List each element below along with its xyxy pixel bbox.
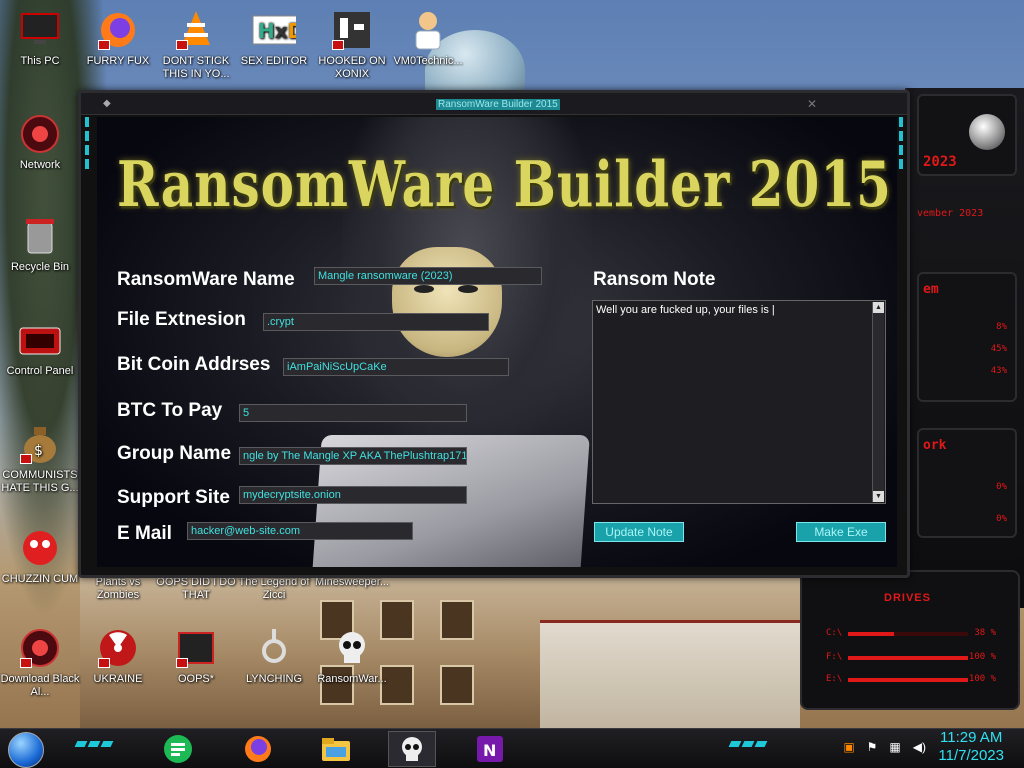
widget-panel: 2023 vember 2023 em 8% 45% 43% ork 0% 0%	[905, 88, 1024, 608]
support-site-field[interactable]: mydecryptsite.onion	[239, 486, 467, 504]
tray-app-icon[interactable]: ▣	[843, 740, 854, 754]
close-icon[interactable]: ✕	[807, 97, 817, 111]
monitor-icon	[18, 8, 62, 52]
flag-icon[interactable]: ⚑	[867, 740, 878, 754]
drive-row: C:\ 38 %	[826, 628, 996, 638]
desktop-icon-pvz[interactable]: Plants vs Zombies	[78, 576, 158, 602]
network-icon[interactable]: ▦	[889, 740, 900, 754]
download-orb-icon	[18, 626, 62, 670]
ransom-note-label: Ransom Note	[593, 269, 716, 290]
wallpaper-balcony	[540, 620, 800, 730]
taskbar-accent	[74, 741, 114, 749]
firefox-icon[interactable]	[234, 731, 282, 767]
vlc-cone-icon	[174, 8, 218, 52]
noose-icon	[252, 626, 296, 670]
hxd-editor-icon: HxD	[252, 8, 296, 52]
alien-logo-icon	[969, 114, 1005, 150]
svg-text:$: $	[34, 443, 43, 459]
desktop-icon-zicci[interactable]: The Legend of Zicci	[234, 576, 314, 602]
svg-text:HxD: HxD	[258, 19, 296, 43]
memory-widget: em 8% 45% 43%	[917, 272, 1017, 402]
desktop-icon-xonix[interactable]: HOOKED ON XONIX	[312, 8, 392, 81]
taskbar: N ▣ ⚑ ▦ ◀) 11:29 AM 11/7/2023	[0, 728, 1024, 768]
start-button[interactable]	[8, 732, 44, 768]
drive-row: F:\ 100 %	[826, 652, 996, 662]
file-extension-field[interactable]: .crypt	[263, 313, 489, 331]
note-scrollbar[interactable]: ▲ ▼	[872, 302, 884, 502]
desktop-icon-oops-did[interactable]: OOPS DID I DO THAT	[156, 576, 236, 602]
clock-date: 11/7/2023	[938, 747, 1004, 764]
onenote-icon[interactable]: N	[466, 731, 514, 767]
desktop-icon-lynching[interactable]: LYNCHING	[234, 626, 314, 686]
network-widget: ork 0% 0%	[917, 428, 1017, 538]
update-note-button[interactable]: Update Note	[594, 522, 684, 542]
desktop-icon-recycle-bin[interactable]: Recycle Bin	[0, 214, 80, 274]
xonix-game-icon	[330, 8, 374, 52]
desktop-icon-this-pc[interactable]: This PC	[0, 8, 80, 68]
window-title: RansomWare Builder 2015	[436, 99, 560, 110]
system-menu-icon[interactable]: ◆	[103, 98, 111, 109]
desktop-icon-dont-stick[interactable]: DONT STICK THIS IN YO...	[156, 8, 236, 81]
bitcoin-address-label: Bit Coin Addrses	[117, 354, 271, 375]
extension-label: File Extnesion	[117, 309, 246, 330]
desktop-icon-oops[interactable]: OOPS*	[156, 626, 236, 686]
skull-icon	[330, 626, 374, 670]
desktop-icon-chuzzin[interactable]: CHUZZIN CUM	[0, 526, 80, 586]
ransomware-name-field[interactable]: Mangle ransomware (2023)	[314, 267, 542, 285]
control-panel-icon	[18, 318, 62, 362]
firefox-icon	[96, 8, 140, 52]
desktop-icon-sex-editor[interactable]: HxD SEX EDITOR	[234, 8, 314, 68]
recycle-bin-icon	[18, 214, 62, 258]
doctor-icon	[406, 8, 450, 52]
desktop-icon-communists[interactable]: $ COMMUNISTS HATE THIS G...	[0, 422, 80, 495]
make-exe-button[interactable]: Make Exe	[796, 522, 886, 542]
ransom-note-textarea[interactable]: Well you are fucked up, your files is | …	[592, 300, 886, 504]
bitcoin-address-field[interactable]: iAmPaiNiScUpCaKe	[283, 358, 509, 376]
file-explorer-icon[interactable]	[312, 731, 360, 767]
email-field[interactable]: hacker@web-site.com	[187, 522, 413, 540]
support-site-label: Support Site	[117, 487, 230, 508]
ransomware-builder-task[interactable]	[388, 731, 436, 767]
sheets-icon[interactable]	[154, 731, 202, 767]
frame-left-accent	[81, 113, 93, 563]
group-name-field[interactable]: ngle by The Mangle XP AKA ThePlushtrap17…	[239, 447, 467, 465]
app-brand-title: RansomWare Builder 2015	[117, 147, 892, 221]
desktop-icon-ukraine[interactable]: UKRAINE	[78, 626, 158, 686]
btc-to-pay-label: BTC To Pay	[117, 400, 223, 421]
desktop-icon-network[interactable]: Network	[0, 112, 80, 172]
calendar-widget: 2023	[917, 94, 1017, 176]
desktop-icon-vm0technic[interactable]: VM0Technic...	[388, 8, 468, 68]
window-client: RansomWare Builder 2015 RansomWare Name …	[97, 117, 897, 567]
drives-widget: DRIVES C:\ 38 % F:\ 100 % E:\ 100 %	[800, 570, 1020, 710]
mask-image	[392, 247, 502, 357]
email-label: E Mail	[117, 523, 172, 544]
group-name-label: Group Name	[117, 443, 232, 464]
system-tray: ▣ ⚑ ▦ ◀)	[843, 740, 926, 754]
svg-text:N: N	[483, 741, 496, 760]
btc-to-pay-field[interactable]: 5	[239, 404, 467, 422]
chuzzle-icon	[18, 526, 62, 570]
desktop-icon-control-panel[interactable]: Control Panel	[0, 318, 80, 378]
volume-icon[interactable]: ◀)	[913, 740, 926, 754]
network-orb-icon	[18, 112, 62, 156]
ransomware-builder-window: ◆ RansomWare Builder 2015 ✕ RansomWare B…	[78, 90, 910, 578]
clock[interactable]: 11:29 AM 11/7/2023	[938, 729, 1004, 765]
desktop-icon-furry-fux[interactable]: FURRY FUX	[78, 8, 158, 68]
drive-row: E:\ 100 %	[826, 674, 996, 684]
desktop-icon-ransomware[interactable]: RansomWar...	[312, 626, 392, 686]
desktop-icon-download-black[interactable]: Download Black Al...	[0, 626, 80, 699]
title-bar[interactable]: ◆ RansomWare Builder 2015 ✕	[81, 93, 907, 115]
name-label: RansomWare Name	[117, 269, 295, 290]
clock-time: 11:29 AM	[940, 729, 1003, 746]
scroll-down-icon[interactable]: ▼	[873, 491, 884, 502]
taskbar-accent	[728, 741, 768, 749]
radiation-icon	[96, 626, 140, 670]
scroll-up-icon[interactable]: ▲	[873, 302, 884, 313]
oops-app-icon	[174, 626, 218, 670]
money-bag-icon: $	[18, 422, 62, 466]
